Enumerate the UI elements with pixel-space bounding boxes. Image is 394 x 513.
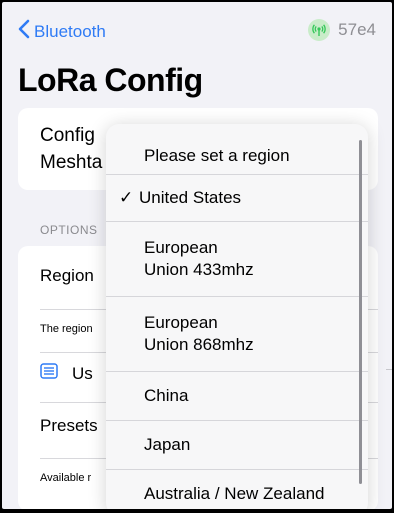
checkmark-icon: ✓ [119,188,134,207]
menu-item-australia-nz[interactable]: Australia / New Zealand [106,470,368,509]
scroll-indicator[interactable] [359,140,362,484]
menu-item-china[interactable]: China [106,372,368,420]
menu-item-label: European Union 868mhz [144,313,254,354]
menu-item-label: Australia / New Zealand [144,484,325,503]
navigation-bar: Bluetooth 57e4 [2,2,392,60]
menu-item-eu-868[interactable]: European Union 868mhz [106,297,368,371]
menu-item-united-states[interactable]: ✓ United States [106,175,368,221]
menu-item-label: Japan [144,435,191,454]
connection-status: 57e4 [308,19,376,41]
screen: Bluetooth 57e4 LoRa Config Config Meshta… [2,2,392,509]
chevron-left-icon [18,19,34,44]
region-dropdown-menu: Please set a region ✓ United States Euro… [106,124,368,509]
menu-item-label: Please set a region [144,146,290,165]
page-title: LoRa Config [18,62,203,98]
use-preset-label: Us [72,363,93,383]
list-icon [40,363,58,384]
menu-item-please-set-region[interactable]: Please set a region [106,134,368,178]
antenna-icon [308,19,331,41]
back-button-label: Bluetooth [34,21,106,41]
device-id: 57e4 [338,20,376,39]
menu-item-eu-433[interactable]: European Union 433mhz [106,222,368,296]
menu-item-label: China [144,386,189,405]
back-button[interactable]: Bluetooth [18,19,106,44]
edge-indicator [386,369,392,370]
menu-item-label: United States [139,188,242,207]
menu-item-japan[interactable]: Japan [106,421,368,469]
options-section-header: OPTIONS [40,223,98,237]
menu-item-label: European Union 433mhz [144,238,254,279]
